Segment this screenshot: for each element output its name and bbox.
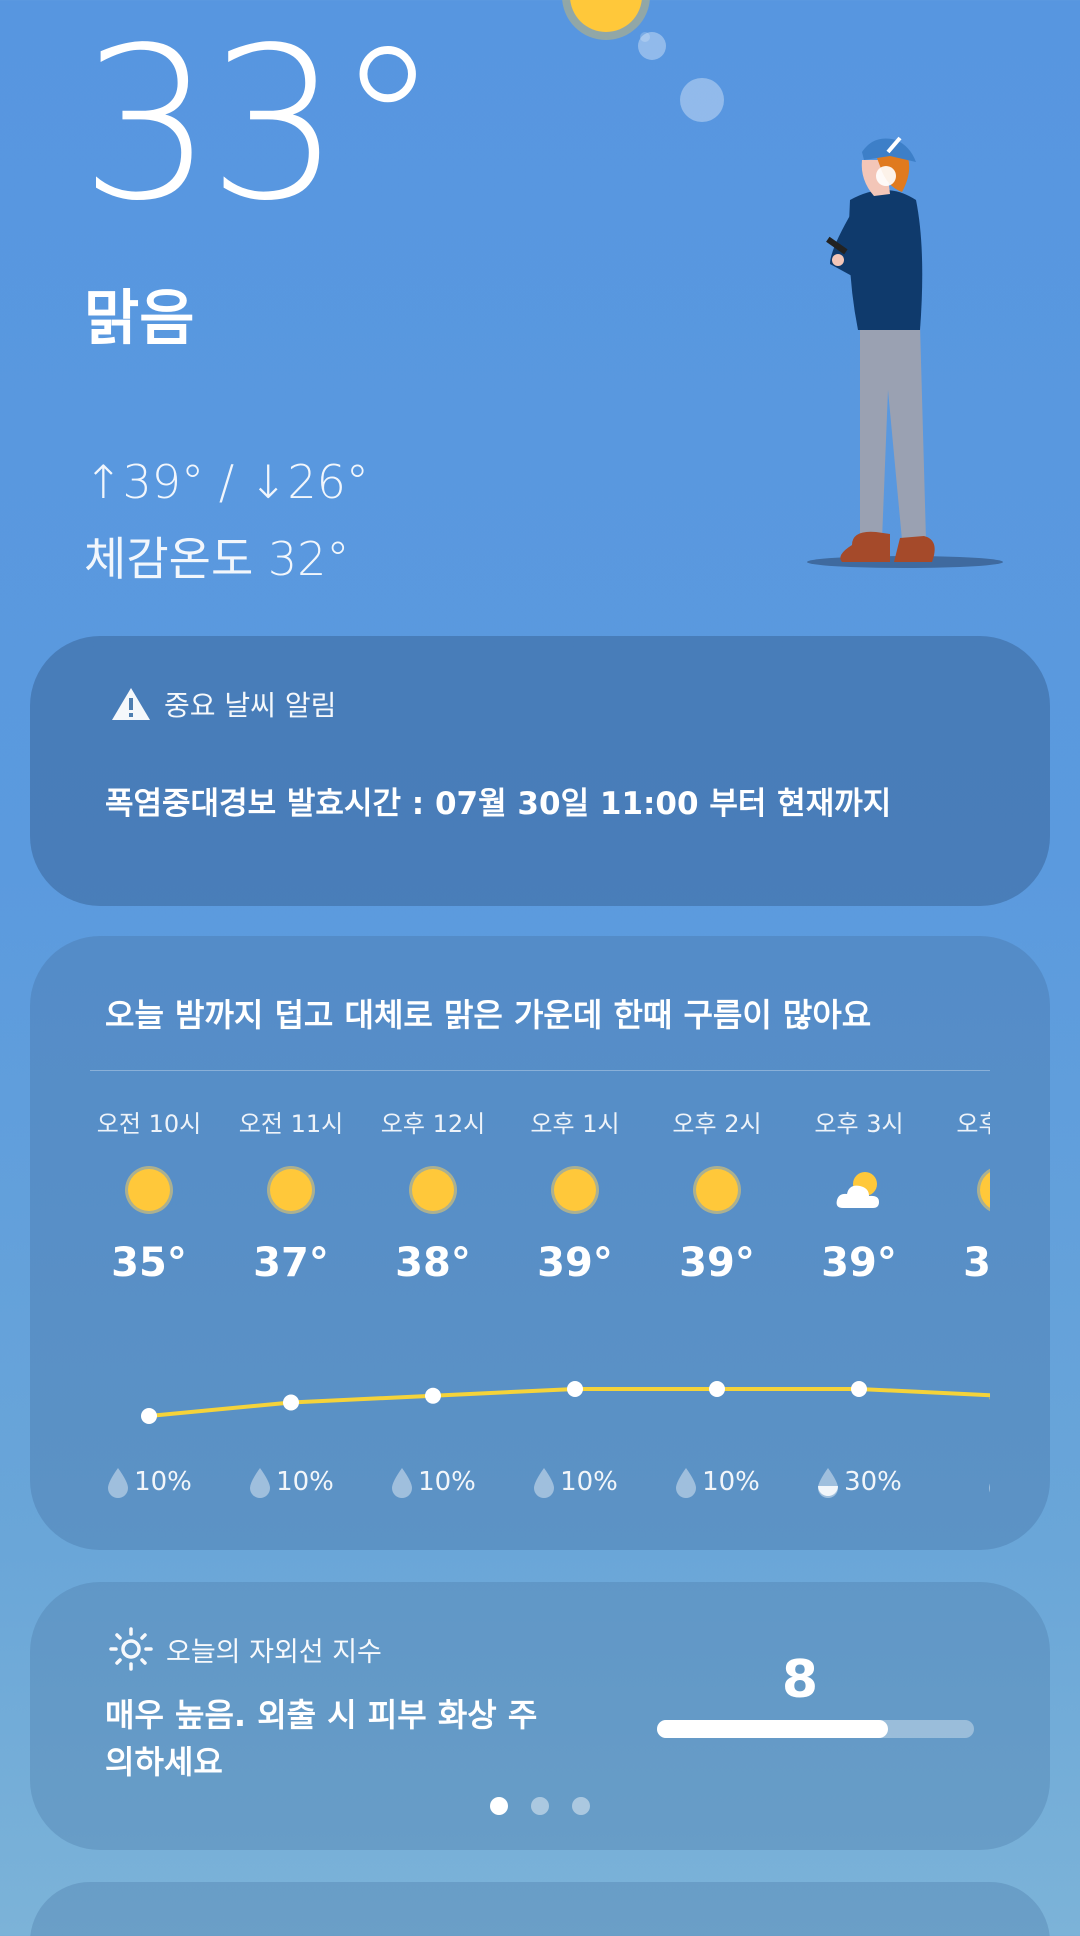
temperature-point: [567, 1381, 583, 1397]
sun-outline-icon: [109, 1627, 153, 1671]
current-weather-hero: 33° 맑음 ↑39° / ↓26° 체감온도 32°: [0, 0, 1080, 620]
precipitation-value: 10%: [702, 1467, 760, 1497]
weather-alert-card[interactable]: 중요 날씨 알림 폭염중대경보 발효시간 : 07월 30일 11:00 부터 …: [30, 636, 1050, 906]
current-temperature: 33°: [80, 2, 440, 247]
hour-temperature: 39°: [537, 1240, 613, 1286]
feels-like-temperature: 체감온도 32°: [84, 532, 350, 586]
high-low-temperature: ↑39° / ↓26°: [84, 455, 369, 509]
uv-level-bar: [657, 1720, 974, 1738]
hour-temperature: 37°: [253, 1240, 329, 1286]
hour-label: 오후 12시: [380, 1110, 486, 1138]
hour-temperature: 39°: [679, 1240, 755, 1286]
uv-title: 오늘의 자외선 지수: [166, 1636, 382, 1668]
hour-precipitation: 10%: [373, 1466, 493, 1498]
temperature-curve: [141, 1381, 990, 1424]
person-illustration: [807, 136, 1003, 568]
page-dot[interactable]: [490, 1797, 508, 1815]
forecast-summary: 오늘 밤까지 덥고 대체로 맑은 가운데 한때 구름이 많아요: [105, 996, 872, 1034]
sun-icon: [409, 1166, 457, 1214]
hour-label: 오전 10시: [96, 1110, 202, 1138]
raindrop-icon: [108, 1468, 129, 1498]
alert-title: 중요 날씨 알림: [164, 689, 337, 722]
temperature-point: [283, 1394, 299, 1411]
hour-label: 오후 3시: [814, 1110, 904, 1138]
temperature-point: [851, 1381, 867, 1397]
raindrop-icon: [534, 1468, 555, 1498]
sun-icon: [551, 1166, 599, 1214]
page-dot[interactable]: [572, 1797, 590, 1815]
hour-label: 오후 4시: [956, 1110, 990, 1138]
hour-label: 오후 1시: [530, 1110, 620, 1138]
partly-cloudy-icon: [836, 1172, 879, 1208]
page-dot[interactable]: [531, 1797, 549, 1815]
raindrop-icon: [676, 1468, 697, 1498]
hour-precipitation: 10%: [231, 1466, 351, 1498]
alert-message: 폭염중대경보 발효시간 : 07월 30일 11:00 부터 현재까지: [105, 786, 892, 822]
precipitation-value: 30%: [844, 1467, 902, 1497]
hour-temperature: 38°: [963, 1240, 990, 1286]
precipitation-value: 10%: [418, 1467, 476, 1497]
temperature-point: [709, 1381, 725, 1397]
hour-precipitation: [941, 1466, 990, 1498]
sun-icon: [125, 1166, 173, 1214]
current-condition: 맑음: [84, 284, 195, 354]
uv-index-card[interactable]: 오늘의 자외선 지수 매우 높음. 외출 시 피부 화상 주의하세요 8: [30, 1582, 1050, 1850]
hour-precipitation: 10%: [90, 1466, 209, 1498]
sun-illustration: [570, 0, 642, 32]
uv-level-fill: [657, 1720, 889, 1738]
bubble-decoration: [640, 32, 650, 42]
hour-label: 오후 2시: [672, 1110, 762, 1138]
page-indicator[interactable]: [30, 1797, 1050, 1815]
sun-icon: [977, 1168, 990, 1212]
temperature-point: [425, 1387, 441, 1404]
uv-value: 8: [781, 1650, 819, 1710]
hourly-scroll-list[interactable]: 오전 10시 35° 10% 오전 11시 37° 10% 오후 12시 38° 10% 오후 1…: [90, 1086, 990, 1526]
precipitation-value: 10%: [560, 1467, 618, 1497]
hour-precipitation: 30%: [799, 1466, 919, 1498]
raindrop-icon: [818, 1468, 839, 1498]
uv-description: 매우 높음. 외출 시 피부 화상 주의하세요: [105, 1696, 538, 1781]
uv-header: 오늘의 자외선 지수: [108, 1626, 382, 1672]
sun-icon: [267, 1166, 315, 1214]
warning-triangle-icon: [112, 688, 150, 720]
divider: [90, 1070, 990, 1071]
hour-precipitation: 10%: [515, 1466, 635, 1498]
raindrop-icon: [392, 1468, 413, 1498]
hour-temperature: 38°: [395, 1240, 471, 1286]
hour-temperature: 39°: [821, 1240, 897, 1286]
hour-label: 오전 11시: [238, 1110, 344, 1138]
raindrop-icon: [989, 1483, 990, 1493]
raindrop-icon: [250, 1468, 271, 1498]
sun-icon: [693, 1166, 741, 1214]
temperature-point: [141, 1408, 157, 1424]
alert-header: 중요 날씨 알림: [110, 684, 336, 724]
bubble-decoration: [680, 78, 724, 122]
precipitation-value: 10%: [134, 1467, 192, 1497]
hour-precipitation: 10%: [657, 1466, 777, 1498]
hourly-forecast-card[interactable]: 오늘 밤까지 덥고 대체로 맑은 가운데 한때 구름이 많아요 오전 10시 35…: [30, 936, 1050, 1550]
precipitation-value: 10%: [276, 1467, 334, 1497]
hour-temperature: 35°: [111, 1240, 187, 1286]
next-card-peek: [30, 1882, 1050, 1936]
